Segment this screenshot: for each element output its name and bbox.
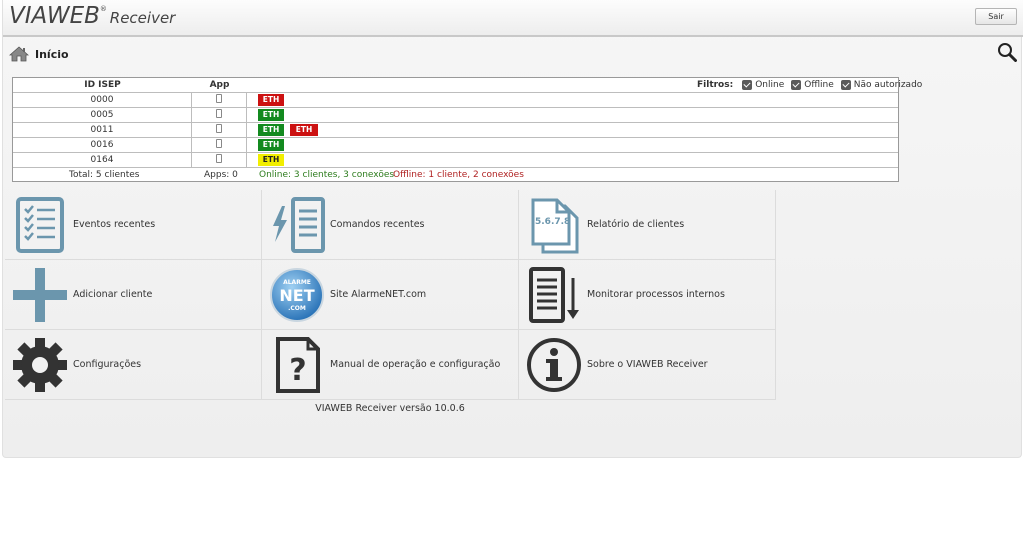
tile-monitor-processes[interactable]: Monitorar processos internos	[519, 260, 776, 330]
table-row[interactable]: 0000 ETH	[13, 93, 898, 108]
filter-unauthorized-label: Não autorizado	[853, 80, 923, 90]
logo-brand: VIAWEB	[9, 3, 100, 29]
tile-label: Site AlarmeNET.com	[330, 289, 427, 300]
alarmenet-logo-text-main: NET	[279, 286, 314, 305]
logo-registered: ®	[99, 5, 107, 13]
info-icon	[527, 338, 581, 392]
filter-online-label: Online	[755, 80, 785, 90]
phone-icon	[216, 94, 222, 103]
report-icon: 5.6.7.8	[531, 198, 579, 254]
device-id: 0005	[13, 108, 192, 123]
col-id-header: ID ISEP	[84, 80, 121, 90]
connection-badge[interactable]: ETH	[258, 154, 284, 166]
tile-label: Sobre o VIAWEB Receiver	[587, 359, 708, 370]
alarmenet-logo-icon: ALARME NET .COM	[270, 268, 324, 322]
filter-offline-label: Offline	[804, 80, 834, 90]
tile-about[interactable]: Sobre o VIAWEB Receiver	[519, 330, 776, 400]
app-window: VIAWEB® Receiver Sair Início ID ISEP App…	[2, 0, 1023, 458]
tile-client-report[interactable]: 5.6.7.8 Relatório de clientes	[519, 190, 776, 260]
home-icon[interactable]	[9, 46, 29, 62]
report-icon-text: 5.6.7.8	[535, 217, 570, 227]
breadcrumb: Início	[9, 45, 69, 63]
tile-label: Comandos recentes	[330, 219, 425, 230]
filter-unauthorized-checkbox[interactable]	[840, 80, 851, 90]
connection-badge[interactable]: ETH	[290, 124, 318, 136]
tile-add-client[interactable]: Adicionar cliente	[5, 260, 262, 330]
version-text: VIAWEB Receiver versão 10.0.6	[315, 403, 465, 414]
filter-online-checkbox[interactable]	[742, 80, 753, 90]
connection-badge[interactable]: ETH	[258, 94, 284, 106]
plus-icon	[13, 268, 67, 322]
document-scroll-icon	[529, 267, 579, 323]
tile-label: Manual de operação e configuração	[330, 359, 501, 370]
connection-badge[interactable]: ETH	[258, 124, 284, 136]
tile-recent-commands[interactable]: Comandos recentes	[262, 190, 519, 260]
checklist-icon	[16, 197, 64, 253]
menu-tiles: Eventos recentes Comandos recentes 5.6.7…	[5, 190, 776, 400]
device-table: ID ISEP App Filtros: Online Offline Não …	[12, 77, 922, 182]
filters-label: Filtros:	[697, 80, 734, 90]
gear-icon	[13, 338, 67, 392]
device-id: 0164	[13, 153, 192, 168]
tile-label: Adicionar cliente	[73, 289, 153, 300]
table-row[interactable]: 0011 ETH ETH	[13, 123, 898, 138]
col-app-header: App	[209, 80, 230, 90]
alarmenet-logo-text-top: ALARME	[283, 279, 311, 286]
alarmenet-logo-text-bottom: .COM	[288, 305, 306, 312]
connection-badge[interactable]: ETH	[258, 109, 284, 121]
phone-icon	[216, 124, 222, 133]
online-summary: Online: 3 clientes, 3 conexões	[259, 170, 395, 180]
header-bar: VIAWEB® Receiver Sair	[3, 0, 1023, 37]
device-id: 0011	[13, 123, 192, 138]
table-totals: Total: 5 clientes Apps: 0 Online: 3 clie…	[13, 168, 898, 182]
tile-label: Monitorar processos internos	[587, 289, 725, 300]
tile-settings[interactable]: Configurações	[5, 330, 262, 400]
exit-button[interactable]: Sair	[975, 8, 1017, 25]
tile-manual[interactable]: ? Manual de operação e configuração	[262, 330, 519, 400]
table-row[interactable]: 0005 ETH	[13, 108, 898, 123]
page-title: Início	[35, 47, 69, 61]
connection-badge[interactable]: ETH	[258, 139, 284, 151]
help-document-icon: ?	[276, 337, 320, 393]
filter-offline-checkbox[interactable]	[791, 80, 802, 90]
total-apps: Apps: 0	[204, 170, 238, 180]
tile-recent-events[interactable]: Eventos recentes	[5, 190, 262, 260]
table-row[interactable]: 0016 ETH	[13, 138, 898, 153]
device-id: 0000	[13, 93, 192, 108]
tile-alarmenet-site[interactable]: ALARME NET .COM Site AlarmeNET.com	[262, 260, 519, 330]
svg-text:?: ?	[289, 353, 306, 388]
phone-icon	[216, 109, 222, 118]
tile-label: Configurações	[73, 359, 142, 370]
table-row[interactable]: 0164 ETH	[13, 153, 898, 168]
filters: Filtros: Online Offline Não autorizado	[697, 80, 922, 90]
viaweb-logo: VIAWEB® Receiver	[9, 3, 175, 29]
total-clients: Total: 5 clientes	[69, 170, 140, 180]
table-header: ID ISEP App Filtros: Online Offline Não …	[13, 78, 922, 93]
phone-icon	[216, 154, 222, 163]
tile-label: Eventos recentes	[73, 219, 156, 230]
bolt-document-icon	[273, 197, 325, 253]
offline-summary: Offline: 1 cliente, 2 conexões	[393, 170, 524, 180]
logo-subtitle: Receiver	[109, 9, 176, 27]
tile-label: Relatório de clientes	[587, 219, 685, 230]
device-id: 0016	[13, 138, 192, 153]
phone-icon	[216, 139, 222, 148]
search-icon[interactable]	[997, 42, 1017, 62]
